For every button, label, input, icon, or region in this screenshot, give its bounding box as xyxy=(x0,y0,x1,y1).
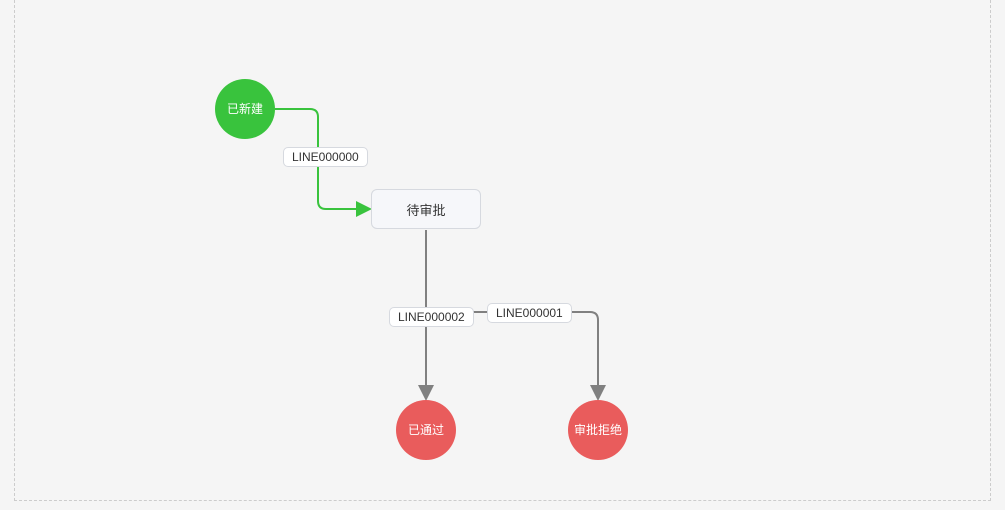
edge-line1 xyxy=(460,312,598,399)
edge-label-line0[interactable]: LINE000000 xyxy=(283,147,368,167)
workflow-diagram: LINE000000 LINE000002 LINE000001 已新建 待审批… xyxy=(0,0,1005,510)
edge-label-line1[interactable]: LINE000001 xyxy=(487,303,572,323)
node-rejected[interactable]: 审批拒绝 xyxy=(568,400,628,460)
edges-layer xyxy=(0,0,1005,510)
edge-label-line2[interactable]: LINE000002 xyxy=(389,307,474,327)
node-start-label: 已新建 xyxy=(227,102,263,116)
node-start[interactable]: 已新建 xyxy=(215,79,275,139)
node-approved[interactable]: 已通过 xyxy=(396,400,456,460)
node-pending-label: 待审批 xyxy=(406,200,445,219)
node-rejected-label: 审批拒绝 xyxy=(574,423,622,437)
node-pending[interactable]: 待审批 xyxy=(371,189,481,229)
node-approved-label: 已通过 xyxy=(408,423,444,437)
